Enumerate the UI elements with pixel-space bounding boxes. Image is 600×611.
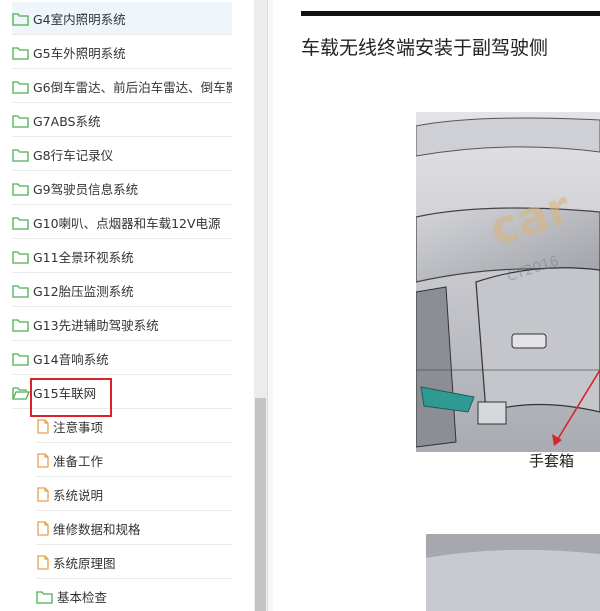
dashboard-figure: car CY2016 <box>416 112 600 452</box>
document-icon <box>37 452 49 468</box>
tree-item-label: G12胎压监测系统 <box>33 283 134 299</box>
document-header-rule <box>301 11 600 16</box>
tree-item[interactable]: G12胎压监测系统 <box>12 274 232 307</box>
tree-item[interactable]: G13先进辅助驾驶系统 <box>12 308 232 341</box>
tree-child-label: 系统原理图 <box>53 555 116 571</box>
highlight-box <box>30 378 112 417</box>
tree-item[interactable]: G7ABS系统 <box>12 104 232 137</box>
folder-icon <box>12 114 29 128</box>
tree-item-label: G7ABS系统 <box>33 113 101 129</box>
tree-item-label: G4室内照明系统 <box>33 11 126 27</box>
tree-item-label: G5车外照明系统 <box>33 45 126 61</box>
tree-item[interactable]: G9驾驶员信息系统 <box>12 172 232 205</box>
folder-icon <box>36 590 53 604</box>
tree-item[interactable]: G5车外照明系统 <box>12 36 232 69</box>
folder-icon <box>12 182 29 196</box>
document-icon <box>37 486 49 502</box>
tree-child-item[interactable]: 维修数据和规格 <box>36 512 232 545</box>
folder-icon <box>12 250 29 264</box>
glovebox-handle <box>511 333 547 349</box>
folder-icon <box>12 216 29 230</box>
document-icon <box>37 554 49 570</box>
tree-item-label: G9驾驶员信息系统 <box>33 181 139 197</box>
tree-child-label: 维修数据和规格 <box>53 521 141 537</box>
scrollbar-thumb[interactable] <box>255 398 266 611</box>
folder-icon <box>12 352 29 366</box>
document-icon <box>37 520 49 536</box>
tree-item-label: G13先进辅助驾驶系统 <box>33 317 159 333</box>
folder-icon <box>12 12 29 26</box>
document-pane: 车载无线终端安装于副驾驶侧 car CY2016 手套箱 <box>273 0 600 611</box>
tree-child-item[interactable]: 准备工作 <box>36 444 232 477</box>
folder-open-icon <box>12 386 30 400</box>
tree-child-label: 系统说明 <box>53 487 104 503</box>
tree-child-label: 基本检查 <box>57 589 108 605</box>
document-icon <box>37 418 49 434</box>
tree-child-label: 注意事项 <box>53 419 104 435</box>
tree-child-label: 准备工作 <box>53 453 104 469</box>
tree-item-label: G8行车记录仪 <box>33 147 114 163</box>
navigation-tree: G4室内照明系统 G5车外照明系统 G6倒车雷达、前后泊车雷达、倒车影像 G7ABS系… <box>0 0 254 611</box>
tree-item[interactable]: G10喇叭、点烟器和车载12V电源 <box>12 206 232 239</box>
folder-icon <box>12 148 29 162</box>
folder-icon <box>12 46 29 60</box>
folder-icon <box>12 318 29 332</box>
tree-item-label: G14音响系统 <box>33 351 109 367</box>
tree-item[interactable]: G6倒车雷达、前后泊车雷达、倒车影像 <box>12 70 232 103</box>
tree-item[interactable]: G8行车记录仪 <box>12 138 232 171</box>
tree-item[interactable]: G4室内照明系统 <box>12 2 232 35</box>
folder-icon <box>12 284 29 298</box>
tree-child-item[interactable]: 基本检查 <box>36 580 232 611</box>
lower-bracket <box>477 401 507 425</box>
tree-item[interactable]: G14音响系统 <box>12 342 232 375</box>
tree-item-label: G10喇叭、点烟器和车载12V电源 <box>33 215 221 231</box>
folder-icon <box>12 80 29 94</box>
document-paragraph: 车载无线终端安装于副驾驶侧 <box>301 37 549 59</box>
tree-item[interactable]: G11全景环视系统 <box>12 240 232 273</box>
tree-child-item[interactable]: 系统说明 <box>36 478 232 511</box>
tree-item-label: G6倒车雷达、前后泊车雷达、倒车影像 <box>33 79 232 95</box>
tree-scrollbar[interactable] <box>254 0 267 611</box>
tree-child-item[interactable]: 系统原理图 <box>36 546 232 579</box>
tree-item-label: G11全景环视系统 <box>33 249 134 265</box>
figure-label: 手套箱 <box>529 452 575 470</box>
second-figure <box>426 534 600 611</box>
